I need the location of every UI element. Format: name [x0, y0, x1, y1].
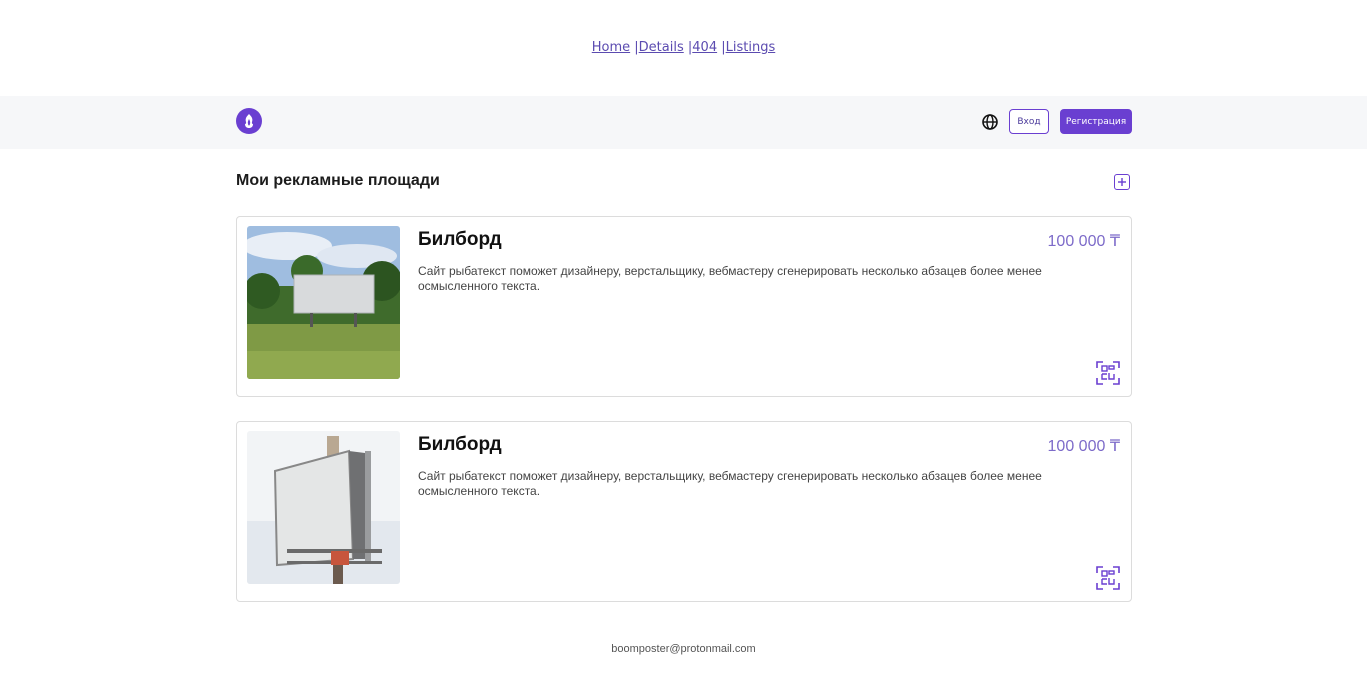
footer-email[interactable]: boomposter@protonmail.com — [0, 643, 1367, 655]
listing-card[interactable]: Билборд 100 000 ₸ Сайт рыбатекст поможет… — [236, 421, 1132, 602]
plus-icon — [1118, 178, 1126, 186]
listing-price: 100 000 ₸ — [1047, 438, 1120, 455]
listing-title: Билборд — [418, 434, 502, 455]
nav-link-404[interactable]: 404 — [692, 40, 717, 55]
login-button[interactable]: Вход — [1009, 109, 1049, 134]
top-nav: Home |Details |404 |Listings — [0, 40, 1367, 55]
listing-price: 100 000 ₸ — [1047, 233, 1120, 250]
flame-icon — [245, 114, 253, 128]
listing-description: Сайт рыбатекст поможет дизайнеру, верста… — [418, 469, 1042, 498]
add-listing-button[interactable] — [1114, 174, 1130, 190]
billboard-field-image — [247, 226, 400, 379]
listing-description: Сайт рыбатекст поможет дизайнеру, верста… — [418, 264, 1042, 293]
qr-code-icon[interactable] — [1095, 565, 1121, 591]
listing-image — [247, 226, 400, 379]
nav-link-listings[interactable]: Listings — [726, 40, 776, 55]
globe-icon[interactable] — [981, 113, 999, 131]
listing-card[interactable]: Билборд 100 000 ₸ Сайт рыбатекст поможет… — [236, 216, 1132, 397]
nav-link-details[interactable]: Details — [639, 40, 684, 55]
nav-link-home[interactable]: Home — [592, 40, 630, 55]
listing-image — [247, 431, 400, 584]
listing-title: Билборд — [418, 229, 502, 250]
page-title: Мои рекламные площади — [236, 172, 440, 189]
logo[interactable] — [236, 108, 262, 134]
header-bar: Вход Регистрация — [0, 96, 1367, 149]
qr-code-icon[interactable] — [1095, 360, 1121, 386]
register-button[interactable]: Регистрация — [1060, 109, 1132, 134]
billboard-sky-image — [247, 431, 400, 584]
